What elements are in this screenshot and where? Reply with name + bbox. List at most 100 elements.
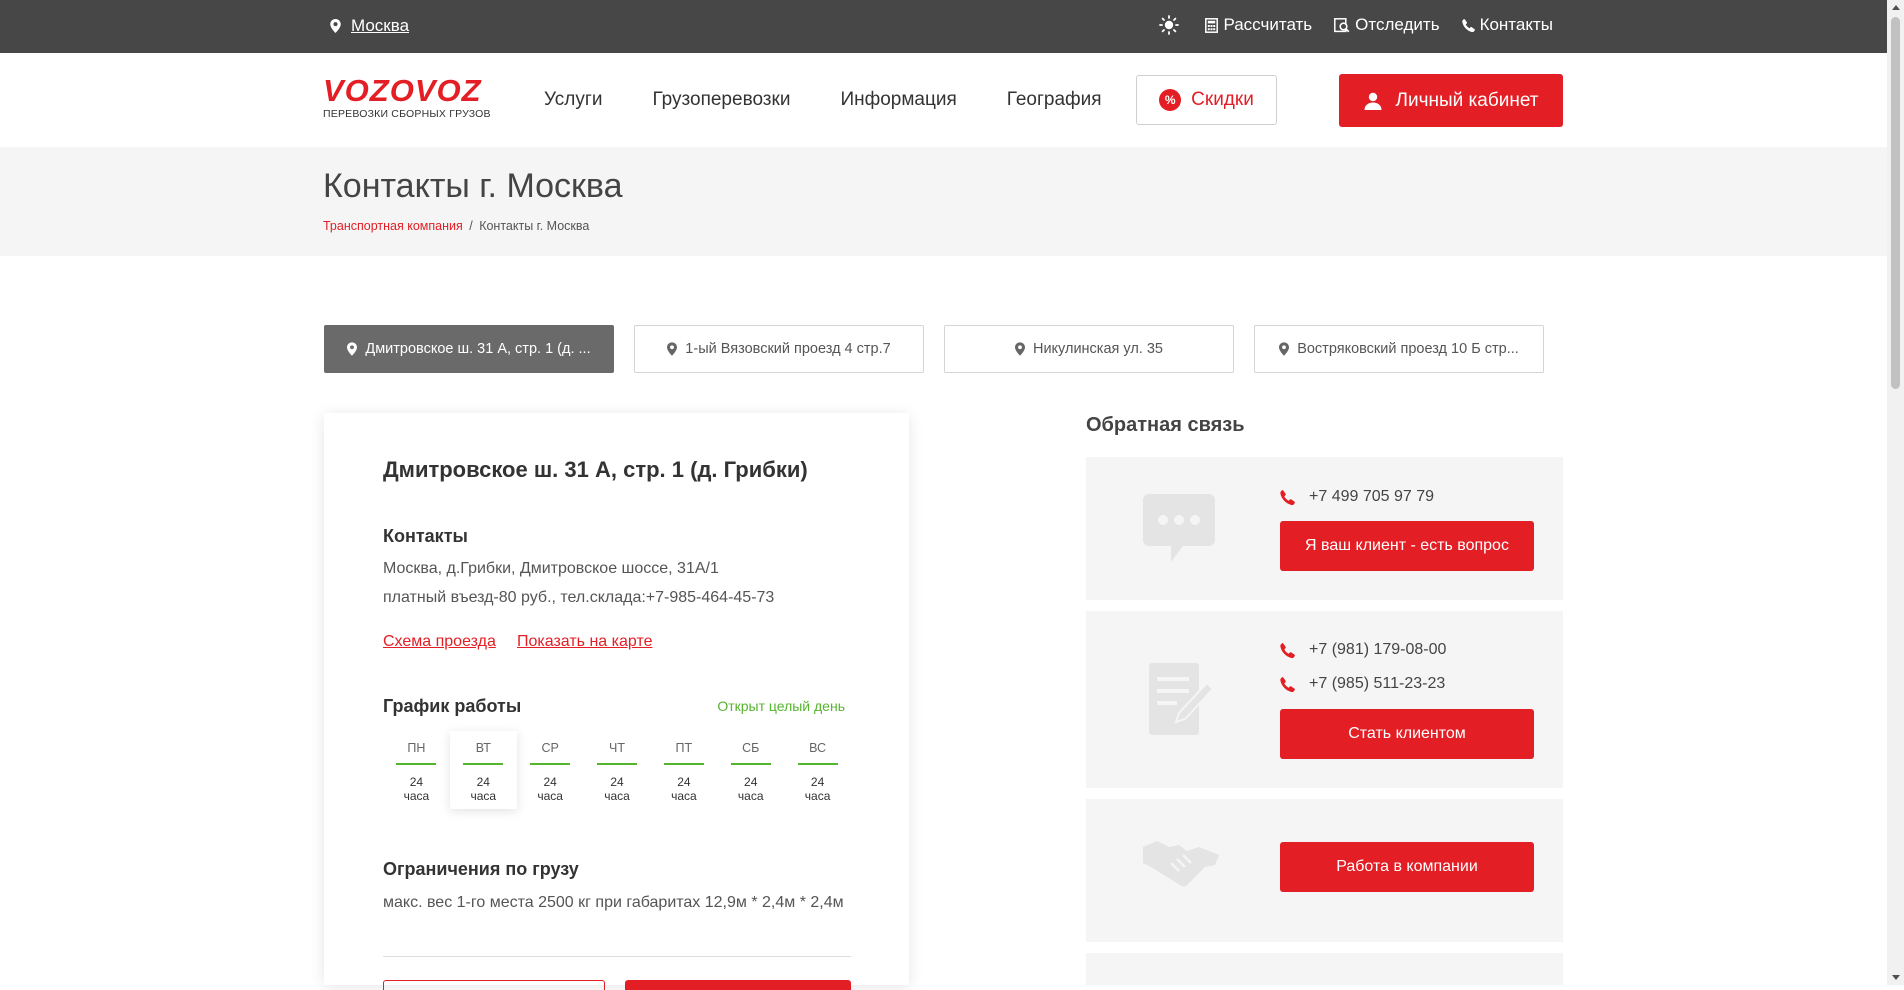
office-address: Москва, д.Грибки, Дмитровское шоссе, 31А… [383,560,719,577]
careers-button[interactable]: Работа в компании [1280,842,1534,892]
logo-tagline: ПЕРЕВОЗКИ СБОРНЫХ ГРУЗОВ [323,108,491,120]
feedback-title: Обратная связь [1086,414,1245,436]
schedule-day: ПТ 24 часа [650,731,717,809]
feedback-phone[interactable]: +7 (981) 179-08-00 [1280,641,1446,659]
location-pin-icon [330,19,341,33]
location-pin-icon [1014,342,1025,356]
tab-office-vostryakovsky[interactable]: Востряковский проезд 10 Б стр... [1254,325,1544,373]
track-icon [1334,17,1350,32]
page-title: Контакты г. Москва [323,167,623,205]
discounts-button[interactable]: % Скидки [1136,75,1277,125]
percent-badge-icon: % [1159,89,1182,111]
divider [383,956,851,957]
calculate-label: Рассчитать [1223,15,1313,34]
location-pin-icon [1279,342,1290,356]
day-name: ВТ [475,741,491,755]
calculate-link[interactable]: Рассчитать [1205,15,1312,35]
schedule-days: ПН 24 часа ВТ 24 часа СР 24 часа ЧТ 24 часа ПТ 24… [383,731,851,809]
client-question-button[interactable]: Я ваш клиент - есть вопрос [1280,521,1534,571]
breadcrumb: Транспортная компания / Контакты г. Моск… [323,219,589,233]
city-label[interactable]: Москва [351,16,409,36]
tab-label: Дмитровское ш. 31 А, стр. 1 (д. ... [365,341,591,357]
day-hours: 24 [744,775,758,789]
scrollbar-thumb[interactable] [1891,17,1900,389]
cargo-limits-text: макс. вес 1-го места 2500 кг при габарит… [383,894,844,911]
office-address-note: платный въезд-80 руб., тел.склада:+7-985… [383,589,775,606]
nav-item-information[interactable]: Информация [840,89,956,111]
main-header: VOZOVOZ ПЕРЕВОЗКИ СБОРНЫХ ГРУЗОВ Услуги … [0,53,1887,147]
day-name: ПН [407,741,426,755]
day-hours-unit: часа [737,789,764,803]
route-scheme-link[interactable]: Схема проезда [383,633,496,651]
breadcrumb-current: Контакты г. Москва [479,219,590,233]
logo[interactable]: VOZOVOZ ПЕРЕВОЗКИ СБОРНЫХ ГРУЗОВ [323,75,491,120]
day-hours-unit: часа [671,789,697,803]
scroll-down-arrow-icon[interactable] [1892,975,1900,980]
tab-office-vyazovsky[interactable]: 1-ый Вязовский проезд 4 стр.7 [634,325,924,373]
day-open-bar [797,763,838,765]
feedback-phone[interactable]: +7 499 705 97 79 [1280,488,1434,506]
phone-icon [1280,489,1295,505]
top-bar: Москва Рассчитать Отследить Контакты [0,0,1887,53]
feedback-phone[interactable]: +7 (985) 511-23-23 [1280,675,1445,693]
tab-office-nikulinskaya[interactable]: Никулинская ул. 35 [944,325,1234,373]
nav-item-geography[interactable]: География [1007,89,1102,111]
location-pin-icon [667,342,678,356]
schedule-day-today: ВТ 24 часа [449,731,517,809]
day-name: ПТ [675,741,693,755]
track-label: Отследить [1355,15,1440,34]
theme-toggle-icon[interactable] [1159,15,1180,35]
feedback-block-careers: Работа в компании [1086,799,1563,942]
personal-account-button[interactable]: Личный кабинет [1339,74,1563,127]
day-hours: 24 [610,775,624,789]
nav-item-freight[interactable]: Грузоперевозки [652,89,790,111]
contacts-link[interactable]: Контакты [1461,15,1553,35]
primary-button-partial[interactable] [625,980,851,990]
become-client-button[interactable]: Стать клиентом [1280,709,1534,759]
day-open-bar [597,763,637,765]
day-hours-unit: часа [604,789,630,803]
main-nav: Услуги Грузоперевозки Информация Географ… [544,89,1102,111]
day-open-bar [663,763,704,765]
day-open-bar [463,763,504,765]
document-edit-icon [1149,663,1215,735]
page-title-band: Контакты г. Москва Транспортная компания… [0,147,1887,256]
calculator-icon [1205,17,1219,33]
cargo-limits-heading: Ограничения по грузу [383,859,579,879]
schedule-day: СБ 24 часа [717,731,784,809]
tab-office-dmitrovskoe[interactable]: Дмитровское ш. 31 А, стр. 1 (д. ... [324,325,614,373]
topbar-links: Рассчитать Отследить Контакты [1159,15,1553,35]
feedback-block-partial [1086,953,1563,985]
chat-icon [1143,494,1215,562]
day-name: СР [541,741,559,755]
day-open-bar [530,763,571,765]
contacts-label: Контакты [1479,15,1553,34]
city-selector[interactable]: Москва [330,16,409,36]
show-on-map-link[interactable]: Показать на карте [517,633,652,651]
phone-icon [1461,18,1475,32]
day-hours: 24 [810,775,825,789]
day-hours-unit: часа [403,789,430,803]
track-link[interactable]: Отследить [1334,15,1440,35]
scroll-up-arrow-icon[interactable] [1892,5,1900,10]
nav-item-services[interactable]: Услуги [544,89,602,111]
outline-button-partial[interactable] [383,980,605,990]
day-hours-unit: часа [470,789,497,803]
schedule-day: ПН 24 часа [383,731,450,809]
day-hours-unit: часа [537,789,563,803]
tab-label: Востряковский проезд 10 Б стр... [1297,341,1519,357]
breadcrumb-separator: / [469,219,473,233]
schedule-day: ЧТ 24 часа [584,731,651,809]
contacts-heading: Контакты [383,526,468,546]
page-scrollbar[interactable] [1887,0,1904,985]
office-card: Дмитровское ш. 31 А, стр. 1 (д. Грибки) … [324,413,909,990]
day-hours: 24 [409,775,424,789]
day-open-bar [730,763,771,765]
phone-icon [1280,676,1295,692]
day-open-bar [396,763,437,765]
breadcrumb-home[interactable]: Транспортная компания [323,219,463,233]
phone-icon [1280,642,1295,658]
open-status: Открыт целый день [717,698,845,714]
discounts-label: Скидки [1191,89,1254,110]
phone-number: +7 (981) 179-08-00 [1309,641,1447,658]
